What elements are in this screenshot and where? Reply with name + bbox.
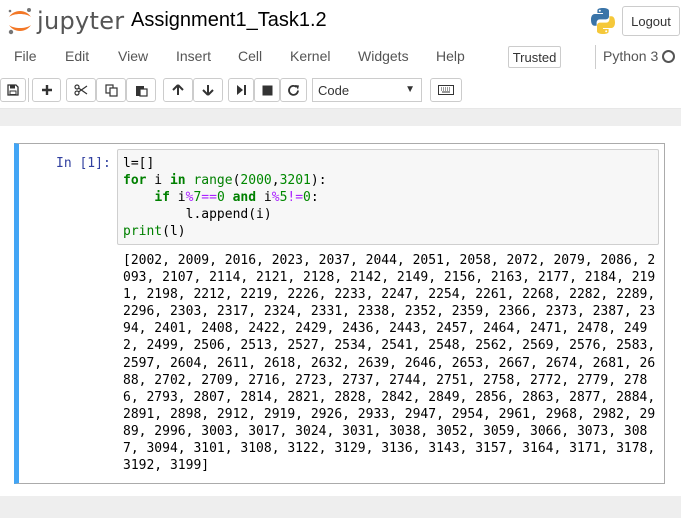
- menu-widgets[interactable]: Widgets: [358, 48, 409, 64]
- cell-type-value: Code: [318, 82, 350, 98]
- page-background: [0, 496, 681, 518]
- notebook-title[interactable]: Assignment1_Task1.2: [131, 9, 327, 32]
- cell-type-select[interactable]: Code ▼: [312, 78, 422, 102]
- stop-icon: [262, 85, 272, 95]
- output-line: 2597, 2604, 2611, 2618, 2632, 2639, 2646…: [123, 355, 656, 371]
- chevron-down-icon: ▼: [405, 84, 415, 95]
- code-line-2: for i in range(2000,3201):: [123, 173, 327, 188]
- jupyter-brand-text: jupyter: [37, 7, 125, 35]
- move-down-button[interactable]: [193, 78, 223, 102]
- header-bar: jupyter Assignment1_Task1.2 Logout: [0, 0, 681, 42]
- menu-edit[interactable]: Edit: [65, 48, 89, 64]
- menu-insert[interactable]: Insert: [176, 48, 211, 64]
- paste-icon: [135, 85, 148, 97]
- copy-icon: [104, 83, 118, 97]
- output-line: 7, 3094, 3101, 3108, 3122, 3129, 3136, 3…: [123, 441, 656, 457]
- menu-kernel[interactable]: Kernel: [290, 48, 330, 64]
- copy-button[interactable]: [96, 78, 126, 102]
- keyboard-icon: [438, 85, 454, 95]
- menu-cell[interactable]: Cell: [238, 48, 262, 64]
- arrow-down-icon: [202, 85, 214, 96]
- output-line: 94, 2401, 2408, 2422, 2429, 2436, 2443, …: [123, 321, 648, 337]
- cell-output: [2002, 2009, 2016, 2023, 2037, 2044, 205…: [123, 252, 656, 474]
- plus-icon: [41, 85, 52, 95]
- output-line: 88, 2702, 2709, 2716, 2723, 2737, 2744, …: [123, 372, 648, 388]
- jupyter-logo[interactable]: jupyter: [6, 4, 124, 38]
- code-line-3: if i%7==0 and i%5!=0:: [154, 190, 319, 205]
- toolbar-divider: [28, 78, 29, 102]
- trusted-badge[interactable]: Trusted: [508, 46, 561, 68]
- output-line: 3192, 3199]: [123, 458, 210, 474]
- python-logo-icon: [589, 7, 617, 35]
- refresh-icon: [288, 84, 299, 96]
- kernel-idle-indicator-icon: [662, 50, 675, 63]
- code-line-4: l.append(i): [123, 207, 272, 222]
- output-line: [2002, 2009, 2016, 2023, 2037, 2044, 205…: [123, 253, 656, 268]
- code-line-5: print(l): [123, 224, 186, 239]
- run-button[interactable]: [228, 78, 254, 102]
- output-line: 2, 2499, 2506, 2513, 2527, 2534, 2541, 2…: [123, 338, 656, 354]
- menu-bar: File Edit View Insert Cell Kernel Widget…: [0, 42, 681, 72]
- save-icon: [7, 84, 19, 96]
- paste-button[interactable]: [126, 78, 156, 102]
- step-forward-icon: [237, 85, 246, 95]
- restart-button[interactable]: [280, 78, 307, 102]
- jupyter-logo-icon: [8, 8, 31, 35]
- logout-button[interactable]: Logout: [622, 6, 680, 36]
- insert-cell-button[interactable]: [32, 78, 61, 102]
- kernel-name: Python 3: [603, 48, 659, 64]
- output-line: 6, 2793, 2807, 2814, 2821, 2828, 2842, 2…: [123, 389, 656, 405]
- output-line: 2891, 2898, 2912, 2919, 2926, 2933, 2947…: [123, 406, 656, 422]
- arrow-up-icon: [172, 84, 184, 95]
- input-prompt: In [1]:: [56, 156, 111, 171]
- code-line-1: l=[]: [123, 156, 155, 171]
- output-line: 2296, 2303, 2317, 2324, 2331, 2338, 2352…: [123, 304, 656, 320]
- output-line: 093, 2107, 2114, 2121, 2128, 2142, 2149,…: [123, 270, 656, 286]
- menu-view[interactable]: View: [118, 48, 148, 64]
- output-line: 1, 2198, 2212, 2219, 2226, 2233, 2247, 2…: [123, 287, 656, 303]
- menu-file[interactable]: File: [14, 48, 37, 64]
- move-up-button[interactable]: [163, 78, 193, 102]
- cut-icon: [74, 84, 88, 96]
- save-button[interactable]: [0, 78, 26, 102]
- menu-help[interactable]: Help: [436, 48, 465, 64]
- kernel-divider: [595, 45, 596, 69]
- cut-button[interactable]: [66, 78, 96, 102]
- output-line: 89, 2996, 3003, 3017, 3024, 3031, 3038, …: [123, 423, 648, 439]
- interrupt-button[interactable]: [254, 78, 280, 102]
- command-palette-button[interactable]: [430, 78, 462, 102]
